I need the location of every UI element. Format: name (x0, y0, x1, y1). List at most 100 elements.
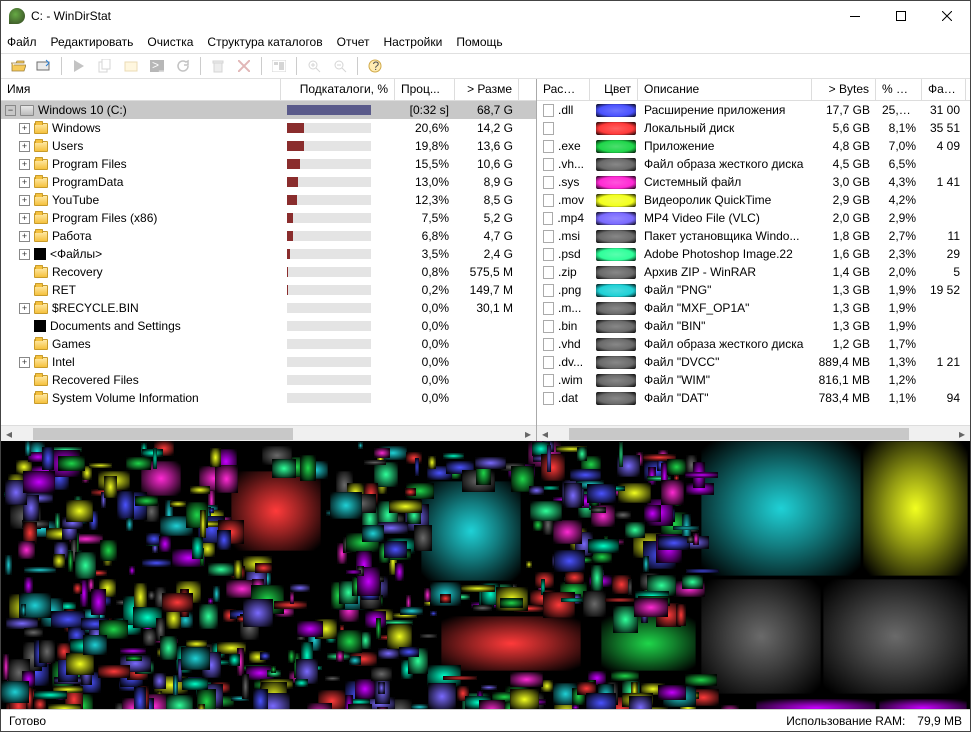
treemap-block[interactable] (643, 556, 649, 572)
treemap-block[interactable] (443, 676, 476, 681)
expander-icon[interactable]: + (19, 159, 30, 170)
treemap-block[interactable] (66, 500, 92, 522)
treemap-block[interactable] (166, 695, 193, 709)
treemap-block[interactable] (424, 588, 431, 602)
treemap-block[interactable] (389, 500, 423, 514)
treemap-block[interactable] (481, 685, 497, 690)
treemap-block[interactable] (143, 629, 155, 646)
treemap-block[interactable] (686, 569, 719, 574)
expander-icon[interactable]: + (19, 195, 30, 206)
treemap-block[interactable] (863, 441, 968, 576)
refresh-drives-icon[interactable] (33, 55, 55, 77)
treemap-block[interactable] (400, 607, 423, 615)
treemap-block[interactable] (272, 459, 296, 478)
treemap-block[interactable] (658, 536, 691, 550)
menu-item[interactable]: Отчет (337, 35, 370, 49)
treemap-block[interactable] (411, 704, 428, 709)
tree-scrollbar-h[interactable]: ◂▸ (1, 425, 536, 441)
treemap-block[interactable] (153, 673, 166, 689)
treemap-block[interactable] (234, 560, 242, 579)
ext-row[interactable]: .datФайл "DAT"783,4 MB1,1%94 (537, 389, 970, 407)
treemap-block[interactable] (325, 676, 340, 681)
treemap-block[interactable] (475, 457, 506, 468)
treemap-block[interactable] (34, 691, 67, 699)
treemap-block[interactable] (611, 671, 639, 681)
treemap-block[interactable] (253, 689, 268, 709)
ext-row[interactable]: .m...Файл "MXF_OP1A"1,3 GB1,9% (537, 299, 970, 317)
treemap-block[interactable] (586, 693, 616, 709)
menu-item[interactable]: Файл (7, 35, 37, 49)
treemap-block[interactable] (587, 484, 617, 503)
treemap-block[interactable] (879, 699, 967, 709)
ext-row[interactable]: .movВидеоролик QuickTime2,9 GB4,2% (537, 191, 970, 209)
treemap-block[interactable] (200, 510, 206, 538)
treemap-block[interactable] (242, 674, 249, 699)
ext-row[interactable]: .dv...Файл "DVCC"889,4 MB1,3%1 21 (537, 353, 970, 371)
treemap-block[interactable] (355, 679, 374, 699)
treemap-block[interactable] (543, 592, 575, 619)
ext-row[interactable]: .vhdФайл образа жесткого диска1,2 GB1,7% (537, 335, 970, 353)
expander-icon[interactable]: + (19, 249, 30, 260)
zoom-out-icon[interactable] (329, 55, 351, 77)
tree-row[interactable]: System Volume Information0,0% (1, 389, 536, 407)
treemap-block[interactable] (358, 442, 363, 449)
treemap[interactable] (1, 441, 970, 709)
treemap-block[interactable] (526, 561, 532, 568)
treemap-block[interactable] (756, 699, 876, 709)
treemap-block[interactable] (336, 651, 344, 663)
open-icon[interactable] (7, 55, 29, 77)
treemap-block[interactable] (73, 583, 82, 594)
treemap-block[interactable] (530, 501, 562, 522)
treemap-block[interactable] (198, 704, 206, 709)
treemap-block[interactable] (288, 650, 295, 663)
tree-row[interactable]: +<Файлы>3,5%2,4 G (1, 245, 536, 263)
treemap-block[interactable] (300, 455, 316, 481)
treemap-block[interactable] (159, 536, 172, 551)
treemap-block[interactable] (24, 577, 33, 594)
treemap-block[interactable] (461, 585, 494, 593)
treemap-block[interactable] (126, 457, 151, 470)
play-icon[interactable] (68, 55, 90, 77)
ext-row[interactable]: .vh...Файл образа жесткого диска4,5 GB6,… (537, 155, 970, 173)
treemap-block[interactable] (34, 698, 45, 709)
treemap-block[interactable] (153, 448, 157, 469)
treemap-block[interactable] (51, 611, 85, 629)
column-header[interactable]: % By... (876, 79, 922, 100)
treemap-block[interactable] (443, 453, 464, 458)
ext-row[interactable]: .mp4MP4 Video File (VLC)2,0 GB2,9% (537, 209, 970, 227)
treemap-block[interactable] (661, 480, 683, 504)
treemap-block[interactable] (98, 665, 130, 679)
treemap-block[interactable] (547, 445, 551, 472)
expander-icon[interactable]: + (19, 123, 30, 134)
treemap-block[interactable] (135, 496, 158, 506)
treemap-block[interactable] (290, 592, 295, 604)
treemap-block[interactable] (430, 611, 437, 616)
treemap-block[interactable] (415, 458, 419, 476)
treemap-block[interactable] (561, 598, 583, 602)
treemap-block[interactable] (377, 707, 388, 709)
treemap-block[interactable] (243, 599, 273, 626)
treemap-block[interactable] (421, 481, 521, 581)
treemap-block[interactable] (500, 598, 523, 608)
treemap-block[interactable] (673, 526, 699, 530)
treemap-block[interactable] (371, 667, 392, 680)
column-header[interactable]: Проц... (395, 79, 455, 100)
expander-icon[interactable]: + (19, 177, 30, 188)
copy-icon[interactable] (94, 55, 116, 77)
treemap-block[interactable] (428, 683, 456, 709)
treemap-block[interactable] (676, 604, 686, 626)
minimize-button[interactable] (832, 1, 878, 31)
maximize-button[interactable] (878, 1, 924, 31)
treemap-block[interactable] (217, 530, 232, 550)
treemap-block[interactable] (255, 563, 272, 573)
column-header[interactable]: Цвет (590, 79, 638, 100)
ext-row[interactable]: Локальный диск5,6 GB8,1%35 51 (537, 119, 970, 137)
treemap-block[interactable] (658, 685, 686, 701)
ext-row[interactable]: .zipАрхив ZIP - WinRAR1,4 GB2,0%5 (537, 263, 970, 281)
ext-scrollbar-h[interactable]: ◂▸ (537, 425, 970, 441)
tree-row[interactable]: RET0,2%149,7 M (1, 281, 536, 299)
treemap-block[interactable] (387, 624, 412, 649)
column-header[interactable]: > Разме (455, 79, 519, 100)
treemap-block[interactable] (307, 703, 332, 709)
show-treemap-icon[interactable] (268, 55, 290, 77)
